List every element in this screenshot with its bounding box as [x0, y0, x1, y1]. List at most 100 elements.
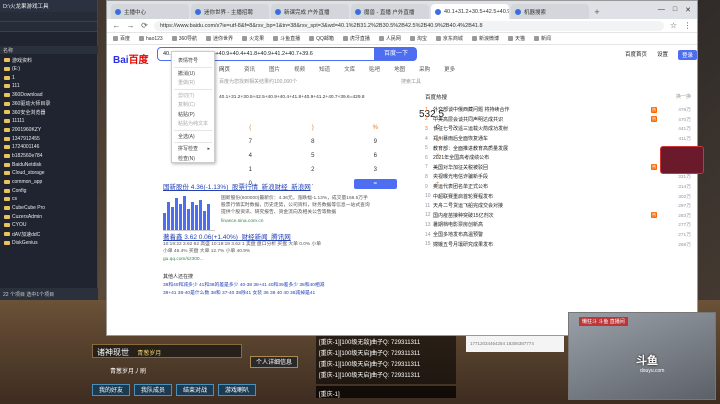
search-tab[interactable]: 网页: [219, 65, 230, 73]
hot-search-item[interactable]: 5教育部：全面推进教育高质量发展398万: [425, 143, 691, 153]
explorer-item[interactable]: 1724001146: [0, 143, 98, 152]
player-info-button[interactable]: 个人详细信息: [250, 356, 298, 368]
explorer-item[interactable]: 11111: [0, 117, 98, 126]
back-icon[interactable]: ←: [112, 21, 121, 30]
context-menu-item[interactable]: 检查(N): [172, 154, 214, 164]
address-bar[interactable]: https://www.baidu.com/s?ie=utf-8&f=8&rsv…: [154, 20, 664, 31]
calculator-key[interactable]: (: [219, 123, 282, 133]
browser-tab[interactable]: 主播中心: [111, 4, 189, 19]
bookmark-item[interactable]: 人民网: [378, 35, 401, 42]
context-menu-item[interactable]: 粘贴(P): [172, 110, 214, 120]
explorer-item[interactable]: CYOU: [0, 221, 98, 230]
bookmark-item[interactable]: 新浪微博: [471, 35, 499, 42]
explorer-item[interactable]: Cloud_storage: [0, 169, 98, 178]
search-tab[interactable]: 图片: [269, 65, 280, 73]
explorer-item[interactable]: CubeCube Pro: [0, 204, 98, 213]
result-1-source[interactable]: finance.sina.com.cn: [221, 218, 421, 225]
hot-search-item[interactable]: 62021年全国高考成绩公布376万: [425, 153, 691, 163]
context-menu-item[interactable]: 拼写检查 ▸: [172, 144, 214, 154]
search-tools-link[interactable]: 搜索工具: [401, 78, 421, 85]
calculator-key[interactable]: 4: [219, 151, 282, 161]
explorer-item[interactable]: 1347912455: [0, 134, 98, 143]
browser-tab[interactable]: 机器搜索: [511, 4, 589, 19]
search-tab[interactable]: 文库: [344, 65, 355, 73]
context-menu-item[interactable]: 撤消(U): [172, 69, 214, 79]
hud-button[interactable]: 游戏喇叭: [218, 384, 257, 396]
baidu-logo[interactable]: Bai百度: [113, 51, 149, 66]
browser-tab[interactable]: 新课完成 户外直播: [271, 4, 349, 19]
hot-search-item[interactable]: 11 天舟二号货运飞船完成交会对接 297万: [425, 201, 691, 211]
calculator-key[interactable]: 5: [282, 151, 345, 161]
explorer-item[interactable]: cs: [0, 195, 98, 204]
explorer-item[interactable]: b182560e784: [0, 152, 98, 161]
home-link[interactable]: 百度首页: [625, 50, 647, 60]
result-2-source[interactable]: gu.qq.com/sz300...: [163, 257, 423, 262]
explorer-item[interactable]: 360安全浏览器: [0, 108, 98, 117]
bookmark-item[interactable]: 新闻: [533, 35, 551, 42]
bookmark-item[interactable]: 淘宝: [409, 35, 427, 42]
calculator-key[interactable]: 3: [344, 165, 407, 175]
hot-search-item[interactable]: 14 全国多地发布高温预警 271万: [425, 230, 691, 240]
bookmark-item[interactable]: 迷你世界: [206, 35, 233, 42]
explorer-item[interactable]: BaiduNetdisk: [0, 160, 98, 169]
bookmark-item[interactable]: 火龙果: [242, 35, 264, 42]
related-searches-row[interactable]: 38+41 38-40是什么数 38和 37-40 38除41 女装 36 38…: [163, 290, 463, 298]
explorer-item[interactable]: 111: [0, 82, 98, 91]
search-tab[interactable]: 视频: [294, 65, 305, 73]
game-chat-input[interactable]: [重庆-1]: [316, 386, 456, 398]
result-2-title[interactable]: 著着鑫 3.62 0.06(+1.40%)_财经新闻_腾讯网: [163, 231, 423, 241]
hot-search-item[interactable]: 2 中美高层会谈共同声明达成共识 热 470万: [425, 115, 691, 125]
hot-refresh-link[interactable]: 换一换: [676, 93, 691, 101]
reload-icon[interactable]: ⟳: [140, 21, 149, 30]
hud-button[interactable]: 我队成员: [134, 384, 173, 396]
hud-button[interactable]: 我的好友: [92, 384, 131, 396]
result-1-title[interactable]: 国新股份 4.36(-1.13%)_股票行情_新浪财经_新浪网: [163, 181, 423, 191]
explorer-item[interactable]: 360Download: [0, 91, 98, 100]
search-button[interactable]: 百度一下: [375, 47, 417, 61]
hot-search-item[interactable]: 15 嫦娥五号月壤研究成果发布 268万: [425, 239, 691, 249]
explorer-item[interactable]: common_app: [0, 178, 98, 187]
calculator-key[interactable]: 9: [344, 137, 407, 147]
bookmark-item[interactable]: 天猫: [507, 35, 525, 42]
hot-search-item[interactable]: 13 暑期档电影票房创新高 277万: [425, 220, 691, 230]
close-icon[interactable]: ✕: [685, 6, 691, 14]
hot-search-item[interactable]: 1 外交部谈中俄西藏问题 将持续合作 热 476万: [425, 105, 691, 115]
new-tab-icon[interactable]: +: [591, 6, 603, 18]
search-tab[interactable]: 地图: [394, 65, 405, 73]
hud-button[interactable]: 结束对战: [176, 384, 215, 396]
calculator-key[interactable]: 1: [219, 165, 282, 175]
browser-tab[interactable]: 40.1+31.2+30.5+42.5+40.9+40.4+41.8: [431, 4, 509, 19]
calculator-key[interactable]: 6: [344, 151, 407, 161]
search-tab[interactable]: 贴吧: [369, 65, 380, 73]
bookmark-item[interactable]: 京东商城: [435, 35, 463, 42]
bookmark-item[interactable]: QQ邮箱: [309, 35, 334, 42]
explorer-item[interactable]: 游戏资料: [0, 56, 98, 65]
explorer-item[interactable]: 360驱动大师目录: [0, 99, 98, 108]
search-tab[interactable]: 更多: [444, 65, 455, 73]
calculator-key[interactable]: ): [282, 123, 345, 133]
search-tab[interactable]: 采购: [419, 65, 430, 73]
search-tab[interactable]: 知道: [319, 65, 330, 73]
calculator-key[interactable]: %: [344, 123, 407, 133]
explorer-item[interactable]: dAV加速ddC: [0, 230, 98, 239]
calculator-key[interactable]: 2: [282, 165, 345, 175]
maximize-icon[interactable]: □: [673, 6, 677, 14]
context-menu-item[interactable]: 全选(A): [172, 132, 214, 142]
explorer-column-header[interactable]: 名称: [0, 46, 98, 54]
forward-icon[interactable]: →: [126, 21, 135, 30]
hot-search-item[interactable]: 4 郑州暴雨后全面恢复通车 411万: [425, 134, 691, 144]
explorer-toolbar[interactable]: [0, 12, 97, 22]
hot-search-item[interactable]: 8 央视曝光电信诈骗新手段 331万: [425, 172, 691, 182]
search-tab[interactable]: 资讯: [244, 65, 255, 73]
bookmark-item[interactable]: hao123: [139, 36, 163, 42]
calculator-key[interactable]: 7: [219, 137, 282, 147]
related-searches-row[interactable]: 38和40和减多少 41和38的差是多少 40-38 38+41 40和39差多…: [163, 282, 463, 290]
star-icon[interactable]: ☆: [669, 21, 678, 30]
hot-search-item[interactable]: 7美国对华加征关税被驳回热354万: [425, 163, 691, 173]
browser-tab[interactable]: 迷你世界 - 主播招聘: [191, 4, 269, 19]
hot-search-item[interactable]: 3 长征七号改遥三运载火箭成功发射 441万: [425, 124, 691, 134]
explorer-item[interactable]: DiskGenius: [0, 238, 98, 247]
settings-link[interactable]: 设置: [657, 50, 668, 60]
explorer-ribbon[interactable]: [0, 22, 97, 32]
explorer-item[interactable]: Config: [0, 186, 98, 195]
